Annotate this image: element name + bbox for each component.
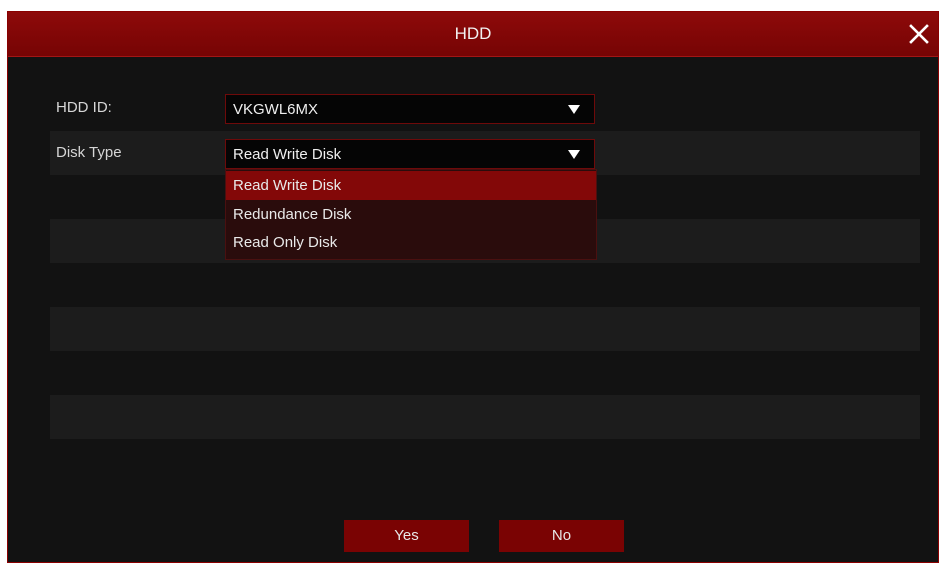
dropdown-option-redundance[interactable]: Redundance Disk: [226, 200, 596, 229]
hdd-dialog: HDD HDD ID: VKGWL6MX Disk Type Read Writ…: [7, 11, 939, 563]
disk-type-dropdown: Read Write Disk Redundance Disk Read Onl…: [225, 169, 597, 260]
disk-type-value: Read Write Disk: [233, 146, 342, 163]
title-bar: HDD: [8, 12, 938, 57]
row-band: [50, 307, 920, 351]
yes-button[interactable]: Yes: [344, 520, 469, 552]
hdd-id-select[interactable]: VKGWL6MX: [225, 94, 595, 124]
close-button[interactable]: [906, 21, 932, 47]
hdd-id-value: VKGWL6MX: [233, 101, 319, 118]
chevron-down-icon: [568, 150, 580, 159]
dialog-title: HDD: [454, 24, 492, 43]
chevron-down-icon: [568, 105, 580, 114]
hdd-id-label: HDD ID:: [56, 99, 112, 116]
disk-type-select[interactable]: Read Write Disk: [225, 139, 595, 169]
dropdown-option-read-only[interactable]: Read Only Disk: [226, 228, 596, 257]
row-band: [50, 395, 920, 439]
dropdown-option-read-write[interactable]: Read Write Disk: [226, 171, 596, 200]
disk-type-label: Disk Type: [56, 144, 122, 161]
close-icon: [909, 24, 929, 44]
no-button[interactable]: No: [499, 520, 624, 552]
